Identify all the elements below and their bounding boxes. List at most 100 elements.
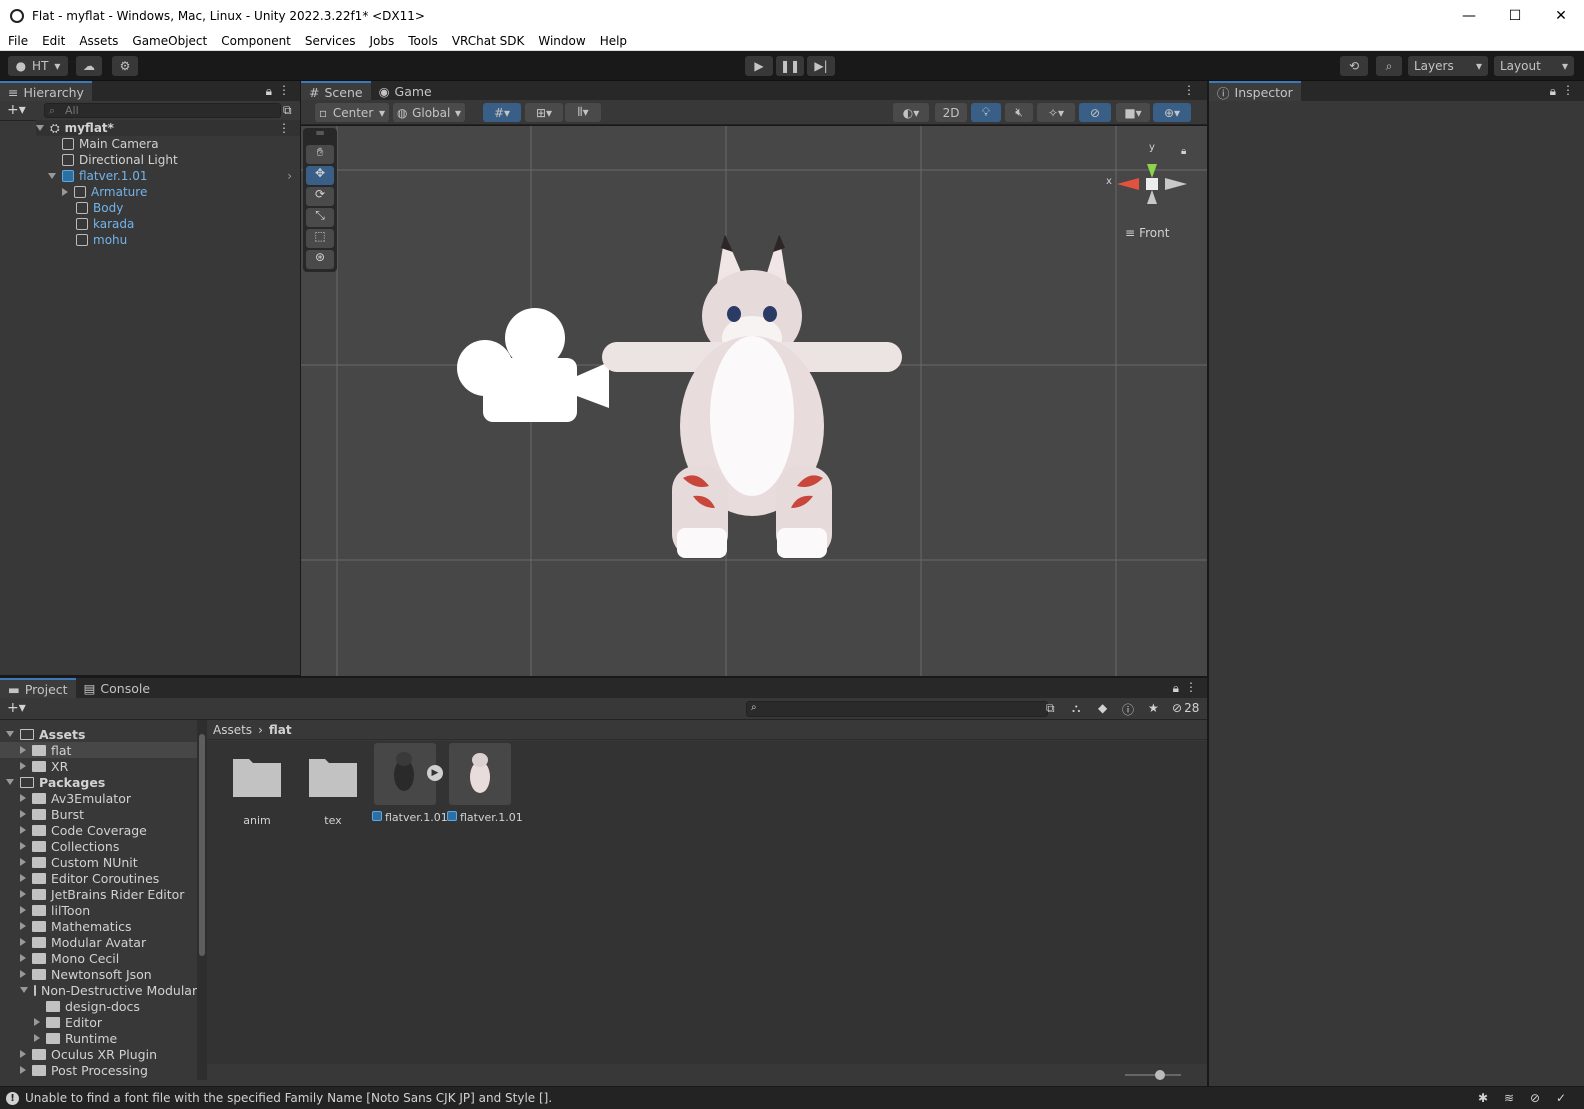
tab-game[interactable]: ◉ Game xyxy=(371,81,440,101)
asset-item-flatver-model[interactable]: ▶ flatver.1.01 xyxy=(372,743,448,824)
drag-handle-icon[interactable]: ═ xyxy=(305,127,335,139)
menu-file[interactable]: File xyxy=(8,34,28,48)
check-circle-icon[interactable]: ✓ xyxy=(1556,1091,1566,1105)
layers-icon[interactable]: ≋ xyxy=(1504,1091,1514,1105)
lock-icon[interactable]: 🔒︎ xyxy=(1173,681,1179,696)
expand-arrow-down-icon[interactable] xyxy=(20,987,28,993)
hierarchy-item-body[interactable]: Body xyxy=(76,200,123,216)
toggle-2d-button[interactable]: 2D xyxy=(935,103,967,122)
project-tree-item[interactable]: Mathematics xyxy=(0,918,197,934)
layout-dropdown[interactable]: Layout ▾ xyxy=(1494,56,1574,76)
expand-arrow-icon[interactable] xyxy=(36,125,44,131)
expand-arrow-right-icon[interactable] xyxy=(20,762,26,770)
expand-arrow-right-icon[interactable] xyxy=(20,810,26,818)
expand-arrow-right-icon[interactable] xyxy=(20,906,26,914)
account-dropdown[interactable]: ● HT ▾ xyxy=(8,56,68,76)
expand-arrow-right-icon[interactable] xyxy=(20,874,26,882)
expand-arrow-right-icon[interactable] xyxy=(20,922,26,930)
menu-edit[interactable]: Edit xyxy=(42,34,65,48)
menu-help[interactable]: Help xyxy=(600,34,627,48)
menu-assets[interactable]: Assets xyxy=(79,34,118,48)
expand-arrow-right-icon[interactable] xyxy=(20,954,26,962)
breadcrumb-flat[interactable]: flat xyxy=(269,723,292,737)
expand-arrow-icon[interactable] xyxy=(48,173,56,179)
tab-scene[interactable]: # Scene xyxy=(301,81,371,101)
lighting-toggle[interactable]: 💡︎ xyxy=(971,103,1001,122)
expand-arrow-right-icon[interactable] xyxy=(34,1018,40,1026)
project-tree-item[interactable]: Non-Destructive Modular xyxy=(0,982,197,998)
undo-history-button[interactable]: ⟲ xyxy=(1340,56,1368,76)
draw-mode-dropdown[interactable]: ◐▾ xyxy=(893,103,929,122)
space-dropdown[interactable]: ◍ Global ▾ xyxy=(393,103,465,122)
project-tree-item[interactable]: Newtonsoft Json xyxy=(0,966,197,982)
close-button[interactable]: ✕ xyxy=(1538,0,1584,31)
search-options-icon[interactable]: ⧉ xyxy=(283,103,292,118)
favorite-star-icon[interactable]: ★ xyxy=(1148,701,1159,715)
pivot-dropdown[interactable]: ▫ Center ▾ xyxy=(315,103,389,122)
collab-button[interactable]: ⚙ xyxy=(112,56,138,76)
asset-item-anim[interactable]: anim xyxy=(229,751,285,827)
more-options-icon[interactable]: ⋮ xyxy=(1185,680,1197,694)
scene-root-row[interactable]: ⛭ myflat* ⋮ xyxy=(36,120,300,136)
step-button[interactable]: ▶| xyxy=(807,56,835,76)
project-tree-item[interactable]: Editor Coroutines xyxy=(0,870,197,886)
lock-icon[interactable]: 🔒︎ xyxy=(266,84,272,99)
menu-jobs[interactable]: Jobs xyxy=(370,34,395,48)
project-tree-item[interactable]: Post Processing xyxy=(0,1062,197,1078)
slider-thumb[interactable] xyxy=(1155,1070,1165,1080)
expand-arrow-right-icon[interactable] xyxy=(20,1066,26,1074)
project-tree-item[interactable]: Runtime xyxy=(0,1030,197,1046)
menu-services[interactable]: Services xyxy=(305,34,356,48)
chevron-right-icon[interactable]: › xyxy=(287,169,292,183)
scene-visibility-toggle[interactable]: ⊘ xyxy=(1079,103,1111,122)
project-tree-item[interactable]: XR xyxy=(0,758,197,774)
hierarchy-item-armature[interactable]: Armature xyxy=(62,184,147,200)
tab-inspector[interactable]: ⓘ Inspector xyxy=(1209,81,1301,101)
project-tree-item[interactable]: JetBrains Rider Editor xyxy=(0,886,197,902)
asset-item-flatver-prefab[interactable]: flatver.1.01 xyxy=(447,743,523,824)
search-scope-icon[interactable]: ⧉ xyxy=(1046,701,1055,716)
menu-gameobject[interactable]: GameObject xyxy=(132,34,207,48)
more-options-icon[interactable]: ⋮ xyxy=(278,121,290,135)
rotate-tool-button[interactable]: ⟳ xyxy=(306,187,334,206)
log-level-icon[interactable]: ⓘ xyxy=(1122,701,1134,718)
avatar-model[interactable] xyxy=(597,226,907,566)
play-button[interactable]: ▶ xyxy=(745,56,773,76)
lock-icon[interactable]: 🔒︎ xyxy=(1181,146,1186,157)
project-tree-item[interactable]: Custom NUnit xyxy=(0,854,197,870)
asset-item-tex[interactable]: tex xyxy=(305,751,361,827)
project-tree-item[interactable]: Oculus XR Plugin xyxy=(0,1046,197,1062)
expand-arrow-right-icon[interactable] xyxy=(20,890,26,898)
add-icon[interactable]: +▾ xyxy=(7,102,26,118)
project-tree-item[interactable]: Collections xyxy=(0,838,197,854)
expand-arrow-right-icon[interactable] xyxy=(20,842,26,850)
search-button[interactable]: ⌕ xyxy=(1376,56,1402,76)
expand-arrow-right-icon[interactable] xyxy=(20,970,26,978)
menu-vrchat-sdk[interactable]: VRChat SDK xyxy=(452,34,525,48)
move-tool-button[interactable]: ✥ xyxy=(306,166,334,185)
increment-snap-toggle[interactable]: ⦀▾ xyxy=(565,103,601,122)
hierarchy-search-input[interactable]: ⌕ All xyxy=(44,103,281,118)
hierarchy-item-directional-light[interactable]: Directional Light xyxy=(62,152,178,168)
menu-window[interactable]: Window xyxy=(538,34,585,48)
camera-settings-dropdown[interactable]: ■▾ xyxy=(1116,103,1150,122)
orientation-gizmo[interactable]: y x 🔒︎ ≡ Front xyxy=(1106,134,1199,244)
more-options-icon[interactable]: ⋮ xyxy=(1562,83,1574,97)
expand-arrow-right-icon[interactable] xyxy=(20,858,26,866)
tree-scrollbar[interactable] xyxy=(197,720,207,1080)
transform-tool-button[interactable]: ⊛ xyxy=(306,250,334,269)
project-tree-item[interactable]: Code Coverage xyxy=(0,822,197,838)
maximize-button[interactable]: ☐ xyxy=(1492,0,1538,31)
expand-arrow-down-icon[interactable] xyxy=(6,731,14,737)
grid-snap-toggle[interactable]: #▾ xyxy=(483,103,521,122)
expand-play-icon[interactable]: ▶ xyxy=(427,765,443,781)
filter-type-icon[interactable]: ⛬ xyxy=(1072,701,1080,716)
hand-tool-button[interactable]: ✋︎ xyxy=(306,145,334,164)
hierarchy-item-mohu[interactable]: mohu xyxy=(76,232,127,248)
tab-hierarchy[interactable]: ≡ Hierarchy xyxy=(0,81,92,101)
camera-gizmo-icon[interactable] xyxy=(449,306,619,436)
hierarchy-item-main-camera[interactable]: Main Camera xyxy=(62,136,159,152)
tab-project[interactable]: ▬ Project xyxy=(0,678,76,698)
view-label[interactable]: ≡ Front xyxy=(1125,226,1169,240)
minimize-button[interactable]: — xyxy=(1446,0,1492,31)
